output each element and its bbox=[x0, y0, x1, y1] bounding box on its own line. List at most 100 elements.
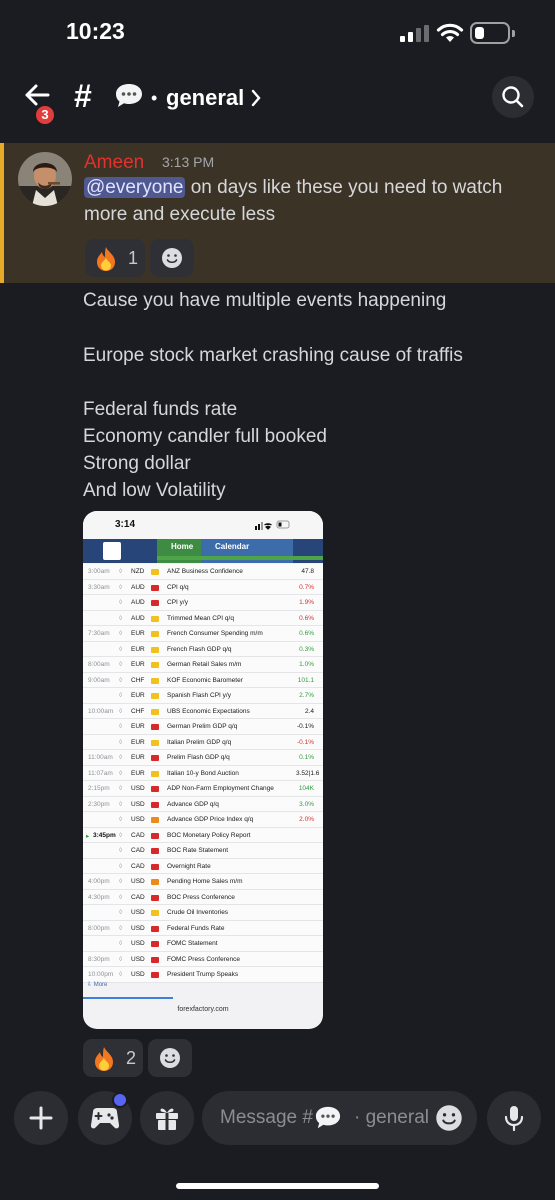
message-line: Europe stock market crashing cause of tr… bbox=[83, 345, 463, 366]
event-name: FOMC Press Conference bbox=[167, 955, 240, 963]
message-line: Economy candler full booked bbox=[83, 426, 327, 447]
currency: USD bbox=[131, 816, 145, 823]
impact-folder-icon bbox=[151, 801, 159, 808]
event-time: 7:30am bbox=[88, 630, 110, 637]
calendar-row: 8:00pm ◊ USD Federal Funds Rate bbox=[83, 920, 323, 936]
impact-folder-icon bbox=[151, 584, 159, 591]
voice-message-button[interactable] bbox=[487, 1091, 541, 1145]
message-line: Federal funds rate bbox=[83, 399, 238, 420]
event-name: BOC Rate Statement bbox=[167, 847, 229, 854]
attachment-time: 3:14 bbox=[115, 519, 136, 530]
event-time: 8:00am bbox=[88, 661, 110, 668]
event-time: 9:00am bbox=[88, 676, 110, 684]
event-name: German Prelim GDP q/q bbox=[167, 723, 238, 730]
speaker-icon: ◊ bbox=[119, 862, 123, 870]
calendar-row: 8:00am ◊ EUR German Retail Sales m/m 1.0% bbox=[83, 657, 323, 673]
attachment-url: forexfactory.com bbox=[177, 1006, 229, 1013]
more-link: ⇩ More bbox=[87, 982, 108, 988]
calendar-row: 3:45pm ◊ CAD BOC Monetary Policy Report ▸ bbox=[83, 827, 323, 843]
event-name: BOC Press Conference bbox=[167, 893, 235, 901]
calendar-row: ◊ EUR German Prelim GDP q/q -0.1% bbox=[83, 719, 323, 735]
fire-reaction[interactable]: 1 bbox=[85, 239, 145, 277]
impact-folder-icon bbox=[151, 600, 159, 606]
actual-value: 0.6% bbox=[299, 630, 314, 637]
impact-folder-icon bbox=[151, 615, 159, 622]
event-name: Trimmed Mean CPI q/q bbox=[167, 614, 234, 622]
impact-folder-icon bbox=[151, 646, 159, 653]
battery-icon bbox=[470, 22, 515, 44]
impact-folder-icon bbox=[151, 708, 159, 715]
actual-value: 2.4 bbox=[304, 707, 314, 715]
status-time: 10:23 bbox=[66, 18, 125, 44]
event-name: Prelim Flash GDP q/q bbox=[167, 754, 230, 761]
speaker-icon: ◊ bbox=[119, 800, 123, 808]
event-name: CPI y/y bbox=[167, 599, 188, 606]
calendar-row: 7:30am ◊ EUR French Consumer Spending m/m 0.… bbox=[83, 626, 323, 642]
actual-value: 2.7% bbox=[299, 692, 314, 699]
event-name: ANZ Business Confidence bbox=[167, 568, 243, 575]
channel-separator: • bbox=[151, 88, 158, 108]
event-time: 4:00pm bbox=[88, 878, 110, 885]
author-name[interactable]: Ameen bbox=[84, 152, 144, 174]
currency: CHF bbox=[131, 676, 145, 684]
search-button[interactable] bbox=[492, 76, 534, 118]
actual-value: 104K bbox=[298, 785, 314, 792]
currency: NZD bbox=[131, 568, 145, 575]
add-reaction-button[interactable] bbox=[148, 1039, 192, 1077]
currency: USD bbox=[131, 800, 145, 808]
add-attachment-button[interactable] bbox=[14, 1091, 68, 1145]
message-placeholder-channel: · general bbox=[354, 1107, 429, 1128]
fire-reaction[interactable]: 2 bbox=[83, 1039, 143, 1077]
event-time: 8:30pm bbox=[88, 955, 110, 963]
event-time: 10:00am bbox=[88, 707, 114, 715]
speech-bubble-emoji-icon bbox=[315, 1106, 341, 1129]
event-time: 11:00am bbox=[88, 754, 113, 761]
event-name: German Retail Sales m/m bbox=[167, 661, 242, 668]
speaker-icon: ◊ bbox=[119, 816, 123, 823]
impact-folder-icon bbox=[151, 631, 159, 637]
speaker-icon: ◊ bbox=[119, 831, 123, 839]
calendar-row: ◊ EUR French Flash GDP q/q 0.3% bbox=[83, 641, 323, 657]
calendar-row: ◊ USD Advance GDP Price Index q/q 2.0% bbox=[83, 812, 323, 828]
event-name: ADP Non-Farm Employment Change bbox=[167, 785, 274, 792]
currency: USD bbox=[131, 940, 145, 947]
channel-name[interactable]: general bbox=[166, 85, 244, 111]
mention-message[interactable]: Ameen 3:13 PM @everyone on days like the… bbox=[0, 143, 555, 283]
image-attachment[interactable]: 3:14 Home Calendar 3:00am ◊ NZD ANZ Busines… bbox=[83, 511, 323, 1029]
impact-folder-icon bbox=[151, 755, 159, 761]
message-input[interactable]: Message # · general bbox=[202, 1091, 477, 1145]
currency: USD bbox=[131, 785, 145, 792]
calendar-row: 9:00am ◊ CHF KOF Economic Barometer 101.1 bbox=[83, 672, 323, 688]
speaker-icon: ◊ bbox=[119, 847, 123, 854]
channel-header: 3 # • general bbox=[0, 66, 555, 128]
currency: USD bbox=[131, 878, 145, 885]
calendar-row: ◊ EUR Italian Prelim GDP q/q -0.1% bbox=[83, 734, 323, 750]
event-name: French Consumer Spending m/m bbox=[167, 630, 263, 637]
fire-emoji-icon bbox=[95, 1047, 113, 1071]
add-reaction-button[interactable] bbox=[150, 239, 194, 277]
activity-notification-dot bbox=[112, 1092, 128, 1108]
event-time: 11:07am bbox=[88, 769, 113, 777]
event-name: Advance GDP q/q bbox=[167, 800, 219, 808]
avatar[interactable] bbox=[18, 152, 72, 206]
calendar-row: ◊ AUD Trimmed Mean CPI q/q 0.6% bbox=[83, 610, 323, 626]
impact-folder-icon bbox=[151, 693, 159, 699]
impact-folder-icon bbox=[151, 677, 159, 684]
impact-folder-icon bbox=[151, 786, 159, 792]
impact-folder-icon bbox=[151, 894, 159, 901]
actual-value: 1.9% bbox=[299, 599, 314, 606]
calendar-row: 4:00pm ◊ USD Pending Home Sales m/m bbox=[83, 874, 323, 890]
unread-badge: 3 bbox=[34, 104, 56, 126]
event-name: UBS Economic Expectations bbox=[167, 707, 250, 715]
speaker-icon: ◊ bbox=[119, 661, 123, 668]
event-time: 3:45pm bbox=[93, 831, 116, 839]
chevron-right-icon[interactable] bbox=[250, 88, 262, 108]
cellular-signal-icon bbox=[400, 25, 430, 42]
currency: EUR bbox=[131, 692, 145, 699]
emoji-picker-icon[interactable] bbox=[435, 1104, 463, 1132]
gift-button[interactable] bbox=[140, 1091, 194, 1145]
currency: EUR bbox=[131, 630, 145, 637]
calendar-logo-icon bbox=[103, 542, 121, 560]
actual-value: -0.1% bbox=[297, 723, 314, 730]
everyone-mention[interactable]: @everyone bbox=[84, 177, 186, 198]
